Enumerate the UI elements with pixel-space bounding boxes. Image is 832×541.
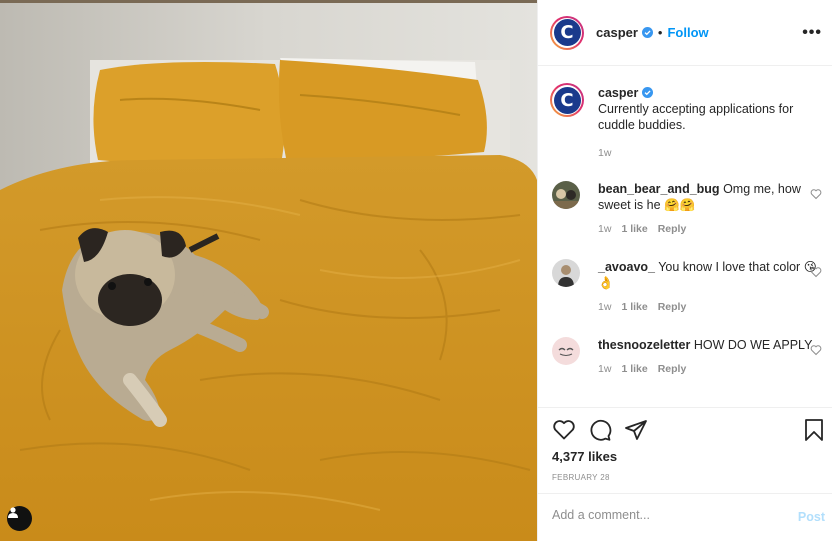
like-comment-heart-icon[interactable]	[810, 344, 822, 356]
like-count[interactable]: 4,377 likes	[552, 449, 617, 464]
comment-item: thesnoozeletter HOW DO WE APPLY 1w 1 like…	[552, 337, 822, 375]
save-bookmark-icon[interactable]	[803, 418, 825, 442]
comment-time[interactable]: 1w	[598, 301, 611, 313]
comment-username[interactable]: thesnoozeletter	[598, 338, 690, 352]
verified-badge-icon	[642, 87, 654, 98]
pug-on-bed-photo	[0, 0, 537, 541]
casper-logo-icon: C	[553, 19, 581, 46]
separator-dot: •	[657, 25, 663, 40]
comments-list[interactable]: C casper Currently accepting application…	[538, 67, 832, 407]
comment-username[interactable]: bean_bear_and_bug	[598, 182, 720, 196]
comment-likes[interactable]: 1 like	[621, 223, 647, 235]
add-comment-bar: Post	[538, 493, 832, 541]
like-heart-icon[interactable]	[552, 418, 576, 442]
comment-text: HOW DO WE APPLY	[693, 338, 813, 352]
like-comment-heart-icon[interactable]	[810, 188, 822, 200]
author-avatar[interactable]: C	[550, 15, 584, 50]
verified-badge-icon	[641, 27, 653, 38]
post-header: C casper • Follow •••	[538, 0, 832, 66]
add-comment-input[interactable]	[552, 508, 772, 522]
reply-button[interactable]: Reply	[658, 363, 687, 375]
comment-time[interactable]: 1w	[598, 363, 611, 375]
caption-text: Currently accepting applications for cud…	[598, 102, 794, 132]
commenter-avatar[interactable]	[552, 259, 580, 287]
casper-logo-icon: C	[553, 86, 581, 114]
comment-bubble-icon[interactable]	[588, 418, 612, 442]
like-comment-heart-icon[interactable]	[810, 266, 822, 278]
comment-item: bean_bear_and_bug Omg me, how sweet is h…	[552, 181, 822, 235]
comment-likes[interactable]: 1 like	[621, 301, 647, 313]
post-actions: 4,377 likes FEBRUARY 28	[538, 407, 832, 503]
post-image[interactable]	[0, 0, 537, 541]
caption-time[interactable]: 1w	[598, 147, 611, 159]
reply-button[interactable]: Reply	[658, 223, 687, 235]
comment-likes[interactable]: 1 like	[621, 363, 647, 375]
more-options-icon[interactable]: •••	[802, 24, 822, 42]
post-date[interactable]: FEBRUARY 28	[552, 473, 610, 482]
comment-username[interactable]: _avoavo_	[598, 260, 655, 274]
reply-button[interactable]: Reply	[658, 301, 687, 313]
share-paper-plane-icon[interactable]	[624, 418, 648, 442]
comment-item: _avoavo_ You know I love that color 😘👌 1…	[552, 259, 822, 313]
caption-username[interactable]: casper	[598, 86, 638, 100]
author-username[interactable]: casper	[596, 25, 638, 40]
tagged-user-icon[interactable]	[7, 506, 32, 531]
caption: C casper Currently accepting application…	[550, 83, 822, 159]
commenter-avatar[interactable]	[552, 337, 580, 365]
commenter-avatar[interactable]	[552, 181, 580, 209]
caption-avatar[interactable]: C	[550, 83, 584, 117]
comment-time[interactable]: 1w	[598, 223, 611, 235]
post-comment-button[interactable]: Post	[798, 510, 825, 524]
post-sidebar: C casper • Follow ••• C casper Currently…	[537, 0, 832, 541]
follow-button[interactable]: Follow	[667, 25, 708, 40]
